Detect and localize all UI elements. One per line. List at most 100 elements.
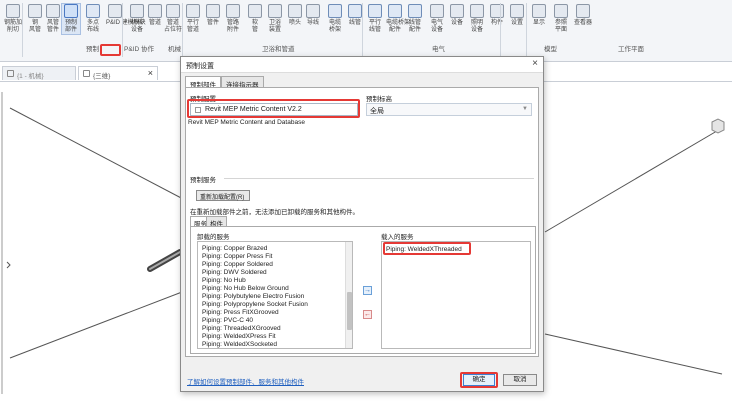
load-service-icon[interactable]: → [363, 286, 372, 295]
ribbon-tool-pipe-accessory[interactable]: 管路 附件 [224, 4, 242, 34]
list-item[interactable]: Piping: Polypropylene Socket Fusion [202, 301, 308, 308]
list-item[interactable]: Piping: ThreadedXGrooved [202, 325, 281, 332]
loaded-services-label: 载入的服务 [381, 234, 414, 241]
list-item[interactable]: Piping: Press FitXGrooved [202, 309, 279, 316]
scrollbar-thumb[interactable] [347, 292, 352, 330]
dialog-titlebar[interactable]: 预制设置 × [181, 57, 543, 73]
ribbon-tool-label: 电气 设备 [430, 20, 443, 33]
list-item[interactable]: Piping: Copper Brazed [202, 245, 267, 252]
panel-workplane[interactable]: 工作平面 [618, 46, 644, 54]
list-item[interactable]: Piping: WeldedXPress Fit [202, 333, 276, 340]
ribbon-tool-label: 导线 [306, 20, 319, 26]
document-tab-bar: {1 - 机械} {三维} × [0, 66, 165, 81]
close-tab-icon[interactable]: × [148, 68, 153, 78]
tab-label: {三维} [93, 73, 111, 80]
divider [224, 178, 534, 179]
list-item[interactable]: Piping: DWV Soldered [202, 269, 267, 276]
ribbon-tool-label: 电缆 桥架 [328, 20, 341, 33]
list-item[interactable]: Piping: WeldedXSocketed [202, 341, 277, 348]
close-icon[interactable]: × [532, 59, 538, 69]
ribbon-tool-label: 软 管 [251, 20, 258, 33]
list-item[interactable]: Piping: Copper Press Fit [202, 253, 272, 260]
scope-value: 全局 [370, 108, 384, 115]
highlight-fabrication-expander [100, 44, 121, 56]
ribbon-tool-electrical-equipment[interactable]: 电气 设备 [428, 4, 446, 34]
dialog-body: 预制配置 预制标高 Revit MEP Metric Content V2.2 … [185, 87, 539, 357]
cable-tray-icon [328, 4, 342, 18]
loaded-services-list[interactable]: Piping: WeldedXThreaded [381, 241, 531, 349]
ribbon-tool-label: 管路 附件 [226, 20, 239, 33]
ribbon: 钢筋加 削切钢 风管 风管 管件 预制 部件 多点 布线 P&ID 建模模块 机械 设备管… [0, 0, 732, 62]
ribbon-tool-pipe-fitting[interactable]: 管件 [204, 4, 222, 27]
component-icon [490, 4, 504, 18]
ribbon-tool-label: 显示 [532, 20, 545, 26]
ribbon-tool-sprinkler[interactable]: 喷头 [286, 4, 304, 27]
conduit-icon [348, 4, 362, 18]
cable-tray-fitting-icon [388, 4, 402, 18]
ribbon-tool-pipe[interactable]: 管道 [146, 4, 164, 27]
ribbon-tool-settings[interactable]: 设置 [508, 4, 526, 27]
panel-fabrication[interactable]: 预制 [86, 46, 99, 54]
panel-plumbing[interactable]: 卫浴和管道 [262, 46, 295, 54]
unload-service-icon[interactable]: ← [363, 310, 372, 319]
ribbon-tool-parallel-pipes[interactable]: 平行 管道 [184, 4, 202, 34]
panel-pid[interactable]: P&ID 协作 [124, 46, 154, 54]
ribbon-tool-reference-plane[interactable]: 参照 平面 [552, 4, 570, 34]
ribbon-tool-label: 构件 [490, 20, 503, 26]
ribbon-tool-label: 线管 配件 [408, 20, 421, 33]
device-icon [450, 4, 464, 18]
ribbon-tool-duct-fitting[interactable]: 风管 管件 [44, 4, 62, 34]
fabrication-part-icon [64, 4, 78, 18]
ribbon-tool-cable-tray[interactable]: 电缆 桥架 [326, 4, 344, 34]
ribbon-tool-wire[interactable]: 导线 [304, 4, 322, 27]
tab-label: {1 - 机械} [17, 73, 44, 80]
ribbon-tool-conduit-fitting[interactable]: 线管 配件 [406, 4, 424, 34]
ribbon-tool-fabrication-part[interactable]: 预制 部件 [61, 3, 81, 35]
panel-separator [22, 3, 23, 57]
scope-select[interactable]: 全局 ▼ [366, 103, 532, 116]
list-item[interactable]: Piping: No Hub Below Ground [202, 285, 289, 292]
ribbon-tool-rebar-cut[interactable]: 钢筋加 削切 [4, 4, 22, 34]
ribbon-tool-component[interactable]: 构件 [488, 4, 506, 27]
services-label: 预制服务 [190, 177, 216, 184]
viewcube-icon[interactable] [711, 118, 725, 134]
pipe-accessory-icon [226, 4, 240, 18]
tab-3d-view[interactable]: {三维} × [78, 66, 158, 80]
ribbon-tool-mechanical-equipment[interactable]: 机械 设备 [128, 4, 146, 34]
unloaded-services-list[interactable]: Piping: Copper Brazed Piping: Copper Pre… [197, 241, 353, 349]
list-item[interactable]: Piping: No Hub [202, 277, 246, 284]
help-link[interactable]: 了解如何设置预制部件、服务和其他构件 [187, 376, 304, 386]
ribbon-tool-plumbing-fixture[interactable]: 卫浴 装置 [266, 4, 284, 34]
ribbon-tool-label: 钢 风管 [28, 20, 41, 33]
ribbon-tool-label: 管道 [148, 20, 161, 26]
reload-config-button[interactable]: 重新加载配置(R) [196, 190, 250, 201]
ribbon-tool-device[interactable]: 设备 [448, 4, 466, 27]
panel-model[interactable]: 模型 [544, 46, 557, 54]
ribbon-tool-cable-tray-fitting[interactable]: 电缆桥架 配件 [386, 4, 410, 34]
ribbon-tool-show[interactable]: 显示 [530, 4, 548, 27]
ribbon-tool-flex-pipe[interactable]: 软 管 [246, 4, 264, 34]
model-line [9, 291, 183, 359]
ribbon-tool-multi-point-route[interactable]: 多点 布线 [84, 4, 102, 34]
list-item[interactable]: Piping: Polybutylene Electro Fusion [202, 293, 304, 300]
panel-electrical[interactable]: 电气 [432, 46, 445, 54]
pipe-highlight [149, 251, 181, 270]
ribbon-tool-pipe-placeholder[interactable]: 管道 占位符 [164, 4, 182, 34]
panel-mechanical[interactable]: 机械 [168, 46, 181, 54]
list-item[interactable]: Piping: PVC-C 40 [202, 317, 253, 324]
show-icon [532, 4, 546, 18]
ribbon-tool-label: 设置 [510, 20, 523, 26]
ribbon-tool-label: 查看器 [574, 20, 593, 26]
ribbon-tool-lighting-fixture[interactable]: 照明 设备 [468, 4, 486, 34]
ribbon-tool-duct[interactable]: 钢 风管 [26, 4, 44, 34]
list-scrollbar[interactable] [345, 242, 352, 348]
highlight-config [187, 99, 360, 118]
list-item[interactable]: Piping: Copper Soldered [202, 261, 273, 268]
tab-mechanical-view[interactable]: {1 - 机械} [2, 66, 76, 80]
pipe-placeholder-icon [166, 4, 180, 18]
cancel-button[interactable]: 取消 [503, 374, 537, 386]
ribbon-tool-parallel-conduits[interactable]: 平行 线管 [366, 4, 384, 34]
ribbon-tool-label: 平行 线管 [368, 20, 381, 33]
ribbon-tool-viewer[interactable]: 查看器 [574, 4, 592, 27]
duct-icon [28, 4, 42, 18]
